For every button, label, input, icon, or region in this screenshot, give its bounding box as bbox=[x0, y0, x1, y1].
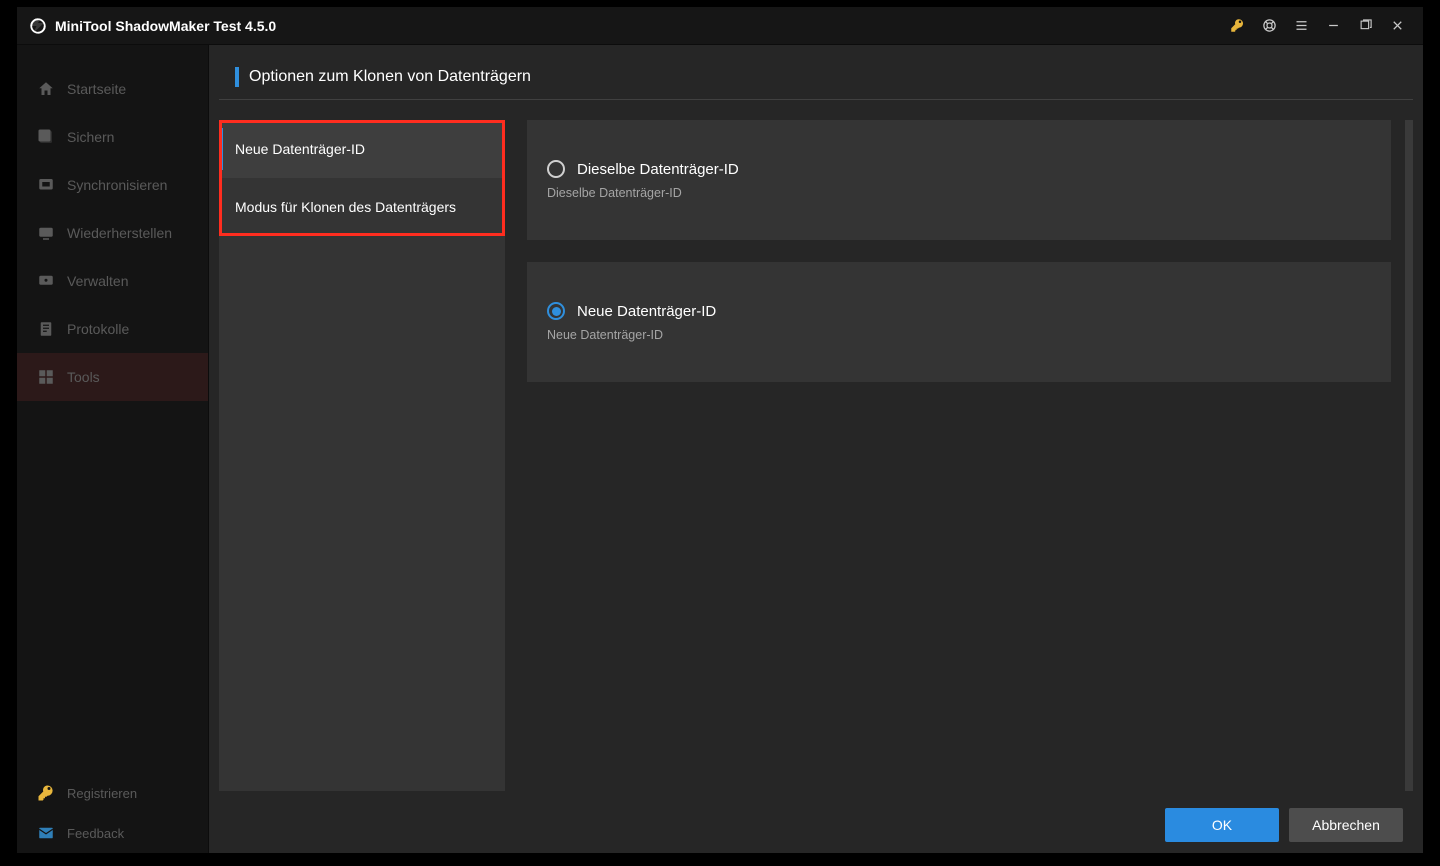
sidebar-item-label: Startseite bbox=[67, 81, 126, 97]
help-lifebuoy-icon[interactable] bbox=[1255, 12, 1283, 40]
minimize-icon[interactable] bbox=[1319, 12, 1347, 40]
sidebar-item-label: Registrieren bbox=[67, 786, 137, 801]
subtab-label: Modus für Klonen des Datenträgers bbox=[235, 199, 456, 215]
sidebar-item-label: Tools bbox=[67, 369, 100, 385]
subtab-label: Neue Datenträger-ID bbox=[235, 141, 365, 157]
app-title: MiniTool ShadowMaker Test 4.5.0 bbox=[55, 18, 276, 34]
sidebar-spacer bbox=[17, 401, 208, 773]
title-right bbox=[1223, 12, 1411, 40]
home-icon bbox=[37, 80, 55, 98]
logs-icon bbox=[37, 320, 55, 338]
content-main: Optionen zum Klonen von Datenträgern Neu… bbox=[209, 45, 1423, 797]
key-icon bbox=[37, 784, 55, 802]
panel-row: Neue Datenträger-ID Modus für Klonen des… bbox=[209, 100, 1423, 797]
app-body: Startseite Sichern Synchronisieren Wiede… bbox=[17, 45, 1423, 853]
footer: OK Abbrechen bbox=[209, 797, 1423, 853]
sidebar-item-label: Wiederherstellen bbox=[67, 225, 172, 241]
header-accent bbox=[235, 67, 239, 87]
page-header: Optionen zum Klonen von Datenträgern bbox=[219, 45, 1413, 100]
radio-same-id[interactable]: Dieselbe Datenträger-ID bbox=[547, 160, 1371, 178]
radio-description: Neue Datenträger-ID bbox=[547, 328, 1371, 342]
sidebar-item-home[interactable]: Startseite bbox=[17, 65, 208, 113]
manage-icon bbox=[37, 272, 55, 290]
content-area: Optionen zum Klonen von Datenträgern Neu… bbox=[209, 45, 1423, 853]
activate-key-icon[interactable] bbox=[1223, 12, 1251, 40]
sidebar-item-label: Synchronisieren bbox=[67, 177, 167, 193]
options-area: Dieselbe Datenträger-ID Dieselbe Datentr… bbox=[527, 120, 1413, 791]
sidebar-item-label: Verwalten bbox=[67, 273, 128, 289]
sidebar-item-backup[interactable]: Sichern bbox=[17, 113, 208, 161]
sidebar-item-label: Protokolle bbox=[67, 321, 129, 337]
mail-icon bbox=[37, 824, 55, 842]
sync-icon bbox=[37, 176, 55, 194]
subtab-new-disk-id[interactable]: Neue Datenträger-ID bbox=[219, 120, 505, 178]
sidebar: Startseite Sichern Synchronisieren Wiede… bbox=[17, 45, 209, 853]
subtab-clone-mode[interactable]: Modus für Klonen des Datenträgers bbox=[219, 178, 505, 236]
option-card-new-id[interactable]: Neue Datenträger-ID Neue Datenträger-ID bbox=[527, 262, 1391, 382]
title-left: MiniTool ShadowMaker Test 4.5.0 bbox=[29, 17, 276, 35]
title-bar: MiniTool ShadowMaker Test 4.5.0 bbox=[17, 7, 1423, 45]
radio-label: Neue Datenträger-ID bbox=[577, 303, 716, 320]
radio-unselected-icon bbox=[547, 160, 565, 178]
sidebar-item-logs[interactable]: Protokolle bbox=[17, 305, 208, 353]
restore-icon bbox=[37, 224, 55, 242]
sidebar-item-feedback[interactable]: Feedback bbox=[17, 813, 208, 853]
sidebar-item-label: Sichern bbox=[67, 129, 114, 145]
sidebar-item-manage[interactable]: Verwalten bbox=[17, 257, 208, 305]
app-logo-icon bbox=[29, 17, 47, 35]
radio-label: Dieselbe Datenträger-ID bbox=[577, 161, 739, 178]
radio-selected-icon bbox=[547, 302, 565, 320]
menu-icon[interactable] bbox=[1287, 12, 1315, 40]
close-icon[interactable] bbox=[1383, 12, 1411, 40]
sidebar-item-sync[interactable]: Synchronisieren bbox=[17, 161, 208, 209]
radio-description: Dieselbe Datenträger-ID bbox=[547, 186, 1371, 200]
sidebar-item-register[interactable]: Registrieren bbox=[17, 773, 208, 813]
backup-icon bbox=[37, 128, 55, 146]
options-scroll: Dieselbe Datenträger-ID Dieselbe Datentr… bbox=[527, 120, 1413, 791]
sidebar-item-restore[interactable]: Wiederherstellen bbox=[17, 209, 208, 257]
app-window: MiniTool ShadowMaker Test 4.5.0 bbox=[16, 6, 1424, 854]
sidebar-item-label: Feedback bbox=[67, 826, 124, 841]
ok-button[interactable]: OK bbox=[1165, 808, 1279, 842]
maximize-icon[interactable] bbox=[1351, 12, 1379, 40]
radio-new-id[interactable]: Neue Datenträger-ID bbox=[547, 302, 1371, 320]
cancel-button[interactable]: Abbrechen bbox=[1289, 808, 1403, 842]
sidebar-item-tools[interactable]: Tools bbox=[17, 353, 208, 401]
option-card-same-id[interactable]: Dieselbe Datenträger-ID Dieselbe Datentr… bbox=[527, 120, 1391, 240]
page-title: Optionen zum Klonen von Datenträgern bbox=[249, 68, 531, 86]
tools-icon bbox=[37, 368, 55, 386]
subtab-panel: Neue Datenträger-ID Modus für Klonen des… bbox=[219, 120, 505, 791]
scroll-indicator[interactable] bbox=[1405, 120, 1413, 791]
